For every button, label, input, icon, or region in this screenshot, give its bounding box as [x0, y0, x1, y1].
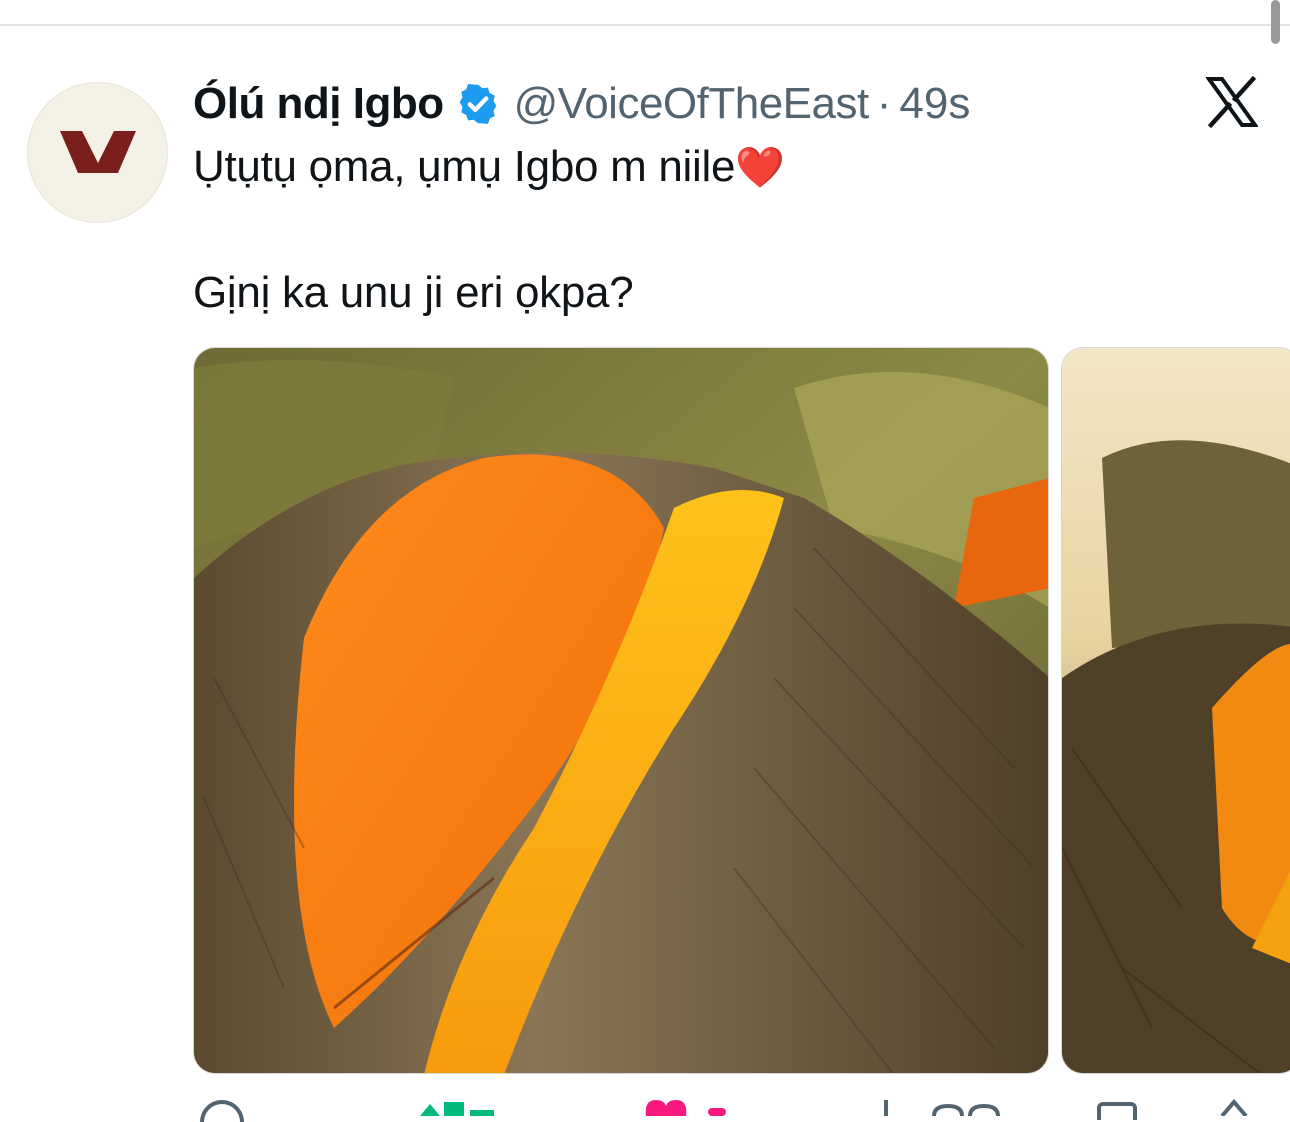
avatar[interactable]: [27, 82, 168, 223]
tweet-text: Ụtụtụ ọma, ụmụ Igbo m niile: [193, 142, 736, 191]
top-divider: [0, 24, 1290, 26]
tweet-image-1[interactable]: [193, 347, 1049, 1074]
share-icon[interactable]: [1218, 1096, 1250, 1116]
reply-icon[interactable]: [200, 1100, 244, 1122]
tweet-header: Ólú ndị Igbo @VoiceOfTheEast · 49s: [193, 74, 970, 134]
heart-emoji-icon: ❤️: [735, 146, 785, 190]
views-icon[interactable]: [878, 1096, 1008, 1116]
bookmark-icon[interactable]: [1097, 1102, 1137, 1120]
timestamp[interactable]: 49s: [899, 79, 970, 129]
verified-badge-icon: [459, 84, 496, 124]
x-logo-icon[interactable]: [1206, 76, 1258, 128]
separator-dot: ·: [876, 79, 892, 128]
v-logo-icon: [60, 131, 136, 173]
okpa-photo-1: [194, 348, 1048, 1073]
tweet-text-line1: Ụtụtụ ọma, ụmụ Igbo m niile❤️: [193, 142, 785, 192]
tweet-text-line2: Gịnị ka unu ji eri ọkpa?: [193, 268, 634, 317]
tweet-image-2[interactable]: [1061, 347, 1290, 1074]
action-bar: [0, 1096, 1290, 1122]
retweet-icon[interactable]: [414, 1096, 504, 1116]
okpa-photo-2: [1062, 348, 1290, 1073]
scrollbar-thumb[interactable]: [1271, 0, 1280, 44]
display-name[interactable]: Ólú ndị Igbo: [193, 79, 444, 129]
handle[interactable]: @VoiceOfTheEast: [514, 79, 870, 129]
like-icon[interactable]: [644, 1096, 734, 1116]
